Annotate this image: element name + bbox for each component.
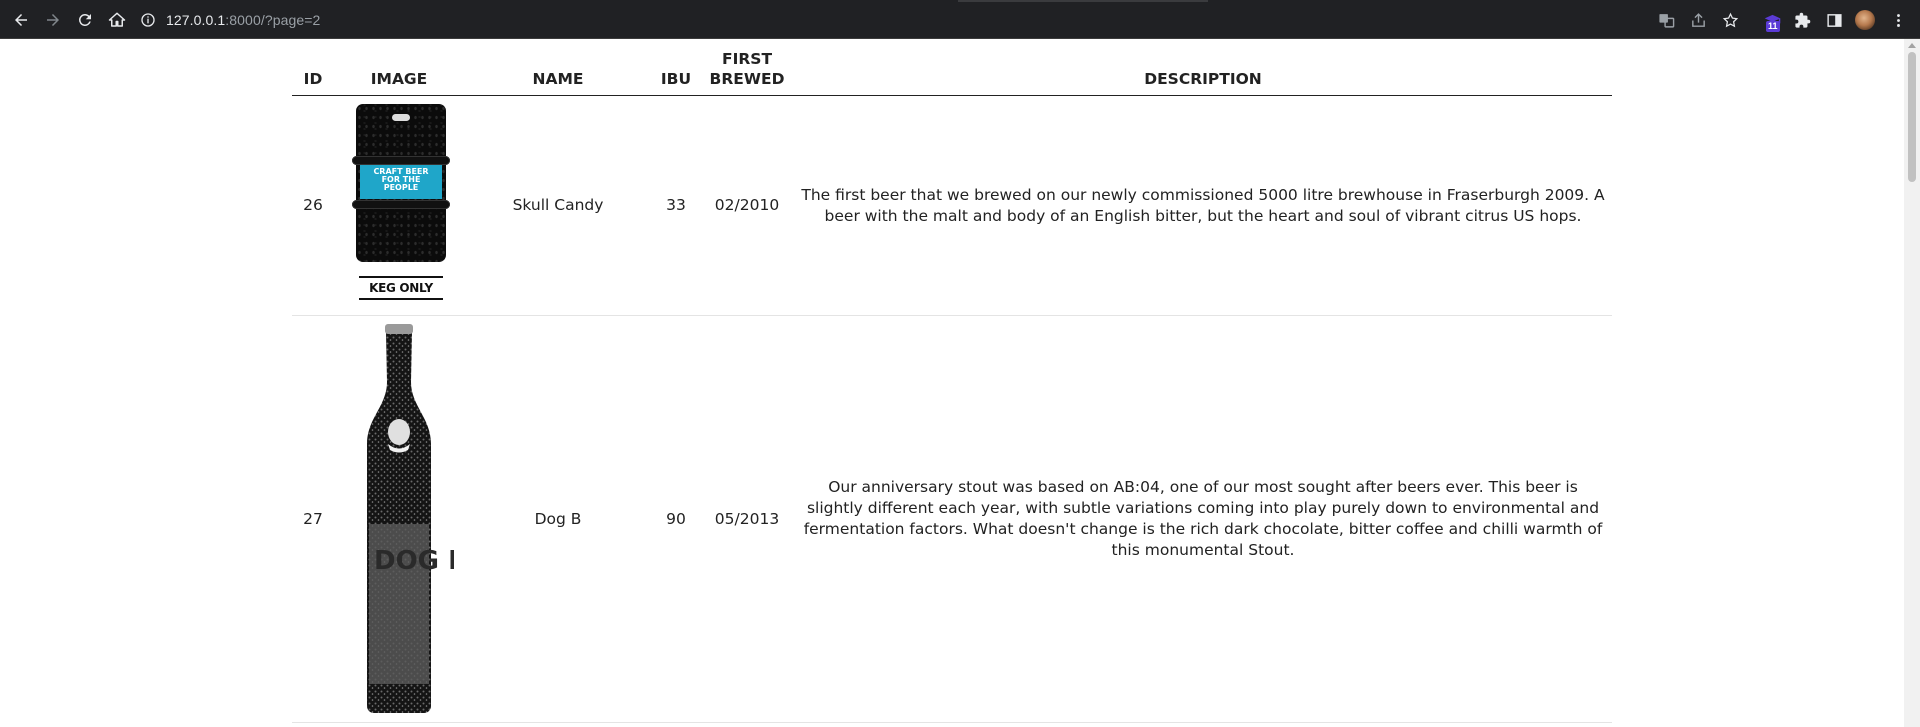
vertical-scrollbar[interactable] — [1904, 39, 1920, 727]
url-text: 127.0.0.1:8000/?page=2 — [166, 12, 320, 28]
header-id: ID — [292, 47, 334, 96]
forward-button[interactable] — [41, 8, 65, 32]
extension-badge: 11 — [1766, 21, 1780, 32]
cell-first-brewed: 05/2013 — [700, 315, 794, 723]
keg-image: CRAFT BEER FOR THE PEOPLE KEG ONLY — [349, 104, 450, 307]
keg-only-caption: KEG ONLY — [359, 276, 443, 300]
keg-handle — [392, 114, 410, 121]
table-header-row: ID IMAGE NAME IBU FIRST BREWED DESCRIPTI… — [292, 47, 1612, 96]
cell-name: Dog B — [464, 315, 652, 723]
address-bar[interactable]: 127.0.0.1:8000/?page=2 — [140, 5, 1640, 35]
page-viewport: ID IMAGE NAME IBU FIRST BREWED DESCRIPTI… — [0, 39, 1904, 727]
tab-strip-edge — [958, 0, 1208, 2]
side-panel-icon — [1826, 13, 1842, 27]
cell-image: CRAFT BEER FOR THE PEOPLE KEG ONLY — [334, 95, 464, 316]
cell-name: Skull Candy — [464, 95, 652, 316]
bottle-image: DOG B — [344, 324, 454, 714]
cell-description: Our anniversary stout was based on AB:04… — [794, 315, 1612, 723]
scrollbar-thumb[interactable] — [1908, 52, 1916, 182]
forward-arrow-icon — [47, 14, 59, 26]
table-row: 26 CRAFT BEER FOR THE PEOPLE KEG ONLY Sk… — [292, 95, 1612, 316]
side-panel-button[interactable] — [1824, 10, 1844, 30]
back-button[interactable] — [9, 8, 33, 32]
back-arrow-icon — [15, 14, 27, 26]
reload-icon — [78, 13, 91, 26]
keg-ring-top — [352, 156, 450, 165]
menu-button[interactable] — [1888, 10, 1908, 30]
reload-button[interactable] — [73, 8, 97, 32]
scroll-up-arrow-icon[interactable] — [1908, 43, 1916, 48]
extensions-button[interactable] — [1792, 10, 1812, 30]
puzzle-icon — [1794, 12, 1810, 28]
home-button[interactable] — [105, 8, 129, 32]
kebab-menu-icon — [1896, 13, 1900, 27]
url-path: :8000/?page=2 — [225, 12, 321, 28]
beers-table: ID IMAGE NAME IBU FIRST BREWED DESCRIPTI… — [292, 47, 1612, 723]
header-name: NAME — [464, 47, 652, 96]
bottle-illustration: DOG B — [367, 324, 454, 713]
cell-description: The first beer that we brewed on our new… — [794, 95, 1612, 316]
bookmark-button[interactable] — [1720, 10, 1740, 30]
cell-id: 27 — [292, 315, 334, 723]
cell-image: DOG B — [334, 315, 464, 723]
header-ibu: IBU — [652, 47, 700, 96]
table-row: 27 DOG Dog B 90 05/2013 Our anniversary … — [292, 315, 1612, 723]
home-icon — [108, 12, 126, 27]
keg-label: CRAFT BEER FOR THE PEOPLE — [360, 165, 442, 199]
keg-body: CRAFT BEER FOR THE PEOPLE — [352, 104, 450, 262]
bottle-label-text: DOG B — [374, 546, 454, 576]
cell-id: 26 — [292, 95, 334, 316]
header-image: IMAGE — [334, 47, 464, 96]
header-first-brewed: FIRST BREWED — [700, 47, 794, 96]
cell-ibu: 90 — [652, 315, 700, 723]
share-icon — [1691, 12, 1705, 27]
profile-avatar[interactable] — [1855, 10, 1875, 30]
browser-toolbar: 127.0.0.1:8000/?page=2 11 — [0, 0, 1920, 39]
url-host: 127.0.0.1 — [166, 12, 226, 28]
cell-ibu: 33 — [652, 95, 700, 316]
star-icon — [1722, 12, 1738, 27]
translate-button[interactable] — [1656, 10, 1676, 30]
site-info-icon[interactable] — [140, 12, 156, 28]
keg-ring-bottom — [352, 200, 450, 209]
share-button[interactable] — [1688, 10, 1708, 30]
cell-first-brewed: 02/2010 — [700, 95, 794, 316]
translate-icon — [1658, 13, 1674, 28]
header-description: DESCRIPTION — [794, 47, 1612, 96]
